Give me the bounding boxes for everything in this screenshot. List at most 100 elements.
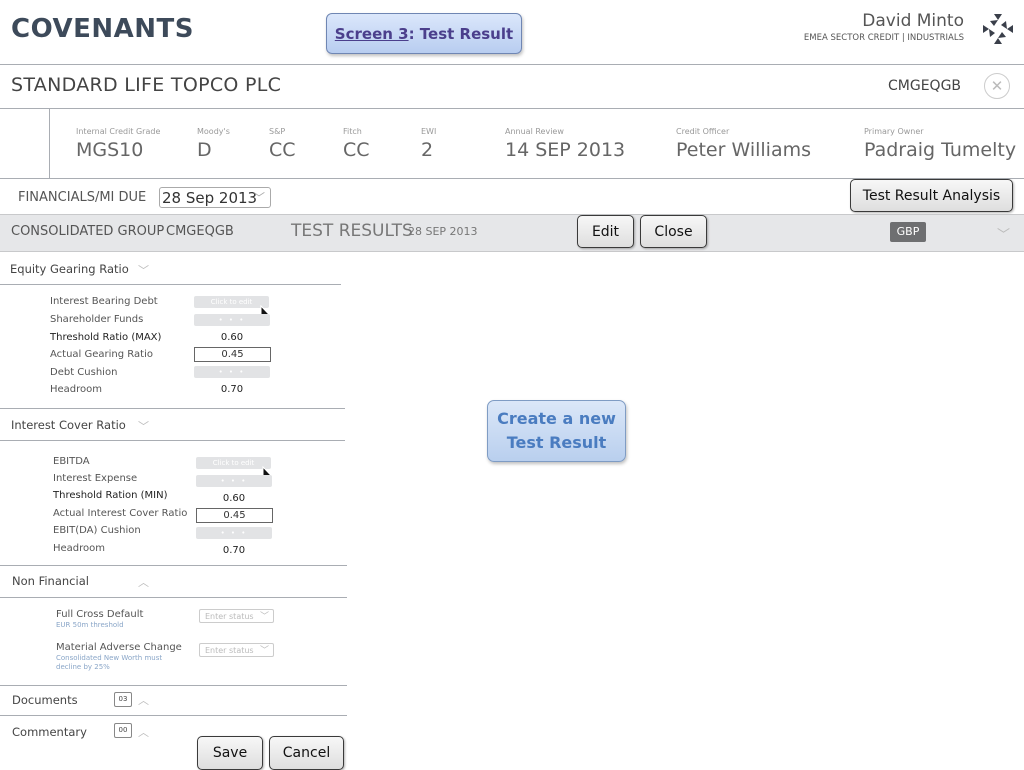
full-cross-default-status[interactable]: Enter status ﹀ [199, 609, 274, 623]
chevron-up-icon[interactable]: ︿ [138, 574, 149, 590]
interest-expense-field[interactable]: • • • [196, 475, 272, 487]
rating-label-primary-owner: Primary Owner [864, 127, 924, 136]
screen-name: : Test Result [408, 24, 514, 43]
ebitda-cushion-label: EBIT(DA) Cushion [53, 525, 141, 536]
test-results-title: TEST RESULTS [291, 221, 413, 241]
chevron-down-icon[interactable]: ﹀ [138, 262, 149, 278]
financials-due-value: 28 Sep 2013 [162, 189, 258, 207]
company-divider [0, 108, 1024, 109]
rating-label-sp: S&P [269, 127, 286, 136]
threshold-ration-min-value: 0.60 [222, 493, 246, 504]
consolidated-group-code: CMGEQGB [166, 224, 234, 239]
bank-logo-icon [983, 14, 1013, 44]
section-divider [0, 597, 347, 598]
header-divider [0, 64, 1024, 65]
interest-bearing-debt-label: Interest Bearing Debt [50, 296, 158, 307]
rating-label-moodys: Moody's [197, 127, 230, 136]
chevron-down-icon: ﹀ [259, 612, 269, 622]
close-circle-icon[interactable]: ✕ [984, 73, 1010, 99]
ebitda-cushion-field[interactable]: • • • [196, 527, 272, 539]
rating-value-annual-review: 14 SEP 2013 [505, 139, 626, 161]
close-button[interactable]: Close [640, 215, 707, 248]
full-cross-default-label: Full Cross Default [56, 609, 144, 620]
threshold-ration-min-label: Threshold Ration (MIN) [53, 490, 168, 501]
chevron-up-icon[interactable]: ︿ [138, 692, 149, 708]
currency-badge[interactable]: GBP [890, 222, 926, 242]
headroom-label: Headroom [53, 543, 106, 554]
rating-label-fitch: Fitch [343, 127, 362, 136]
material-adverse-change-status[interactable]: Enter status ﹀ [199, 643, 274, 657]
rating-value-internal-grade: MGS10 [76, 139, 144, 161]
rating-label-ewi: EWI [421, 127, 437, 136]
debt-cushion-label: Debt Cushion [50, 367, 118, 378]
headroom-value: 0.70 [222, 545, 246, 556]
chevron-up-icon[interactable]: ︿ [138, 724, 149, 740]
material-adverse-change-note: Consolidated New Worth must decline by 2… [56, 654, 163, 671]
rating-label-credit-officer: Credit Officer [676, 127, 730, 136]
non-financial-title[interactable]: Non Financial [12, 574, 89, 588]
edit-button[interactable]: Edit [577, 215, 634, 248]
chevron-down-icon: ﹀ [252, 191, 265, 205]
interest-bearing-debt-field[interactable]: Click to edit [194, 296, 269, 308]
rating-value-ewi: 2 [421, 139, 434, 161]
screen-callout: Screen 3: Test Result [326, 13, 522, 54]
section-divider [0, 715, 347, 716]
shareholder-funds-field[interactable]: • • • [194, 314, 270, 326]
commentary-title[interactable]: Commentary [12, 725, 87, 739]
chevron-down-icon[interactable]: ﹀ [138, 418, 149, 434]
consolidated-group-label: CONSOLIDATED GROUP [11, 224, 165, 239]
section-divider [0, 685, 347, 686]
company-name: STANDARD LIFE TOPCO PLC [11, 74, 282, 96]
chevron-down-icon: ﹀ [259, 646, 269, 656]
create-test-result-callout[interactable]: Create a new Test Result [487, 400, 626, 462]
documents-title[interactable]: Documents [12, 693, 78, 707]
callout-line-2: Test Result [506, 433, 607, 452]
callout-line-1: Create a new [497, 409, 616, 428]
rating-value-fitch: CC [343, 139, 370, 161]
rating-value-sp: CC [269, 139, 296, 161]
headroom-value: 0.70 [220, 384, 244, 395]
section-divider [0, 284, 341, 285]
interest-cover-title[interactable]: Interest Cover Ratio [11, 418, 126, 432]
headroom-label: Headroom [50, 384, 103, 395]
threshold-ratio-max-value: 0.60 [220, 332, 244, 343]
status-placeholder: Enter status [205, 646, 254, 655]
actual-interest-cover-input[interactable]: 0.45 [196, 508, 273, 523]
debt-cushion-field[interactable]: • • • [194, 366, 270, 378]
financials-due-label: FINANCIALS/MI DUE [18, 190, 147, 205]
rating-value-credit-officer: Peter Williams [676, 139, 811, 161]
shareholder-funds-label: Shareholder Funds [50, 314, 144, 325]
save-button[interactable]: Save [197, 736, 263, 770]
chevron-down-icon[interactable]: ﹀ [997, 224, 1010, 243]
rating-value-primary-owner: Padraig Tumelty [864, 139, 1017, 161]
rating-value-moodys: D [197, 139, 212, 161]
threshold-ratio-max-label: Threshold Ratio (MAX) [50, 332, 162, 343]
company-code: CMGEQGB [888, 78, 962, 94]
ebitda-label: EBITDA [53, 456, 90, 467]
rating-label-annual-review: Annual Review [505, 127, 564, 136]
app-title: COVENANTS [11, 14, 194, 44]
ebitda-field[interactable]: Click to edit [196, 457, 271, 469]
cancel-button[interactable]: Cancel [269, 736, 344, 770]
user-dept: EMEA SECTOR CREDIT | INDUSTRIALS [803, 33, 964, 43]
full-cross-default-note: EUR 50m threshold [56, 621, 124, 629]
actual-interest-cover-label: Actual Interest Cover Ratio [53, 508, 188, 519]
rating-divider [49, 109, 50, 178]
rating-label-internal-grade: Internal Credit Grade [76, 127, 161, 136]
status-placeholder: Enter status [205, 612, 254, 621]
test-result-analysis-button[interactable]: Test Result Analysis [850, 179, 1013, 212]
section-divider [0, 440, 345, 441]
screen-ref-link[interactable]: Screen 3 [335, 25, 409, 43]
section-divider [0, 408, 345, 409]
equity-gearing-title[interactable]: Equity Gearing Ratio [10, 262, 129, 276]
documents-count-badge: 03 [114, 692, 132, 707]
interest-expense-label: Interest Expense [53, 473, 138, 484]
section-divider [0, 565, 347, 566]
test-results-date: 28 SEP 2013 [408, 225, 478, 238]
user-name[interactable]: David Minto [862, 11, 964, 31]
material-adverse-change-label: Material Adverse Change [56, 642, 182, 653]
actual-gearing-ratio-input[interactable]: 0.45 [194, 347, 271, 362]
commentary-count-badge: 00 [114, 723, 132, 738]
financials-due-select[interactable]: 28 Sep 2013 ﹀ [159, 187, 271, 208]
actual-gearing-ratio-label: Actual Gearing Ratio [50, 349, 153, 360]
